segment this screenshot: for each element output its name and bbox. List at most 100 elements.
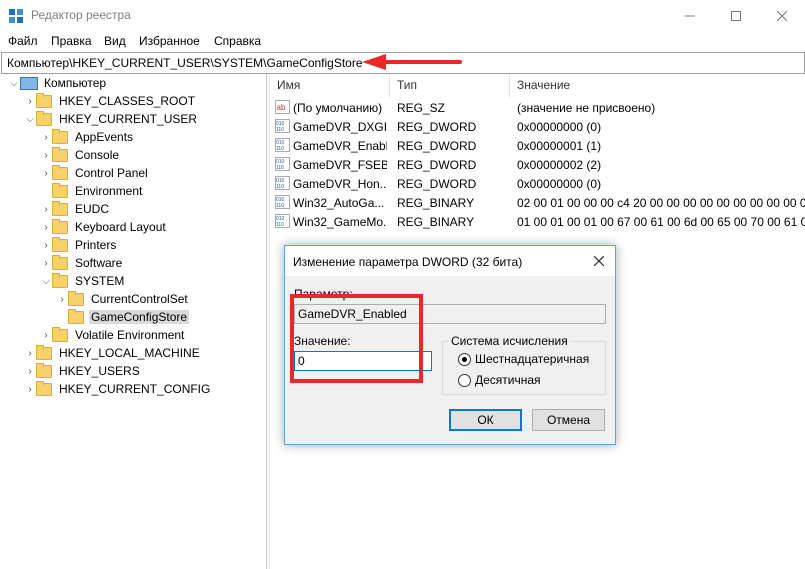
tree-item-hkcu[interactable]: ⌵ HKEY_CURRENT_USER [24, 110, 199, 128]
svg-text:ab: ab [277, 103, 286, 112]
computer-icon [20, 76, 38, 90]
tree-item-hkcr[interactable]: › HKEY_CLASSES_ROOT [24, 92, 197, 110]
chevron-right-icon[interactable]: › [40, 254, 52, 272]
value-data: 0x00000000 (0) [517, 177, 602, 191]
list-row[interactable]: ab (По умолчанию) REG_SZ (значение не пр… [271, 98, 805, 117]
tree-item-system[interactable]: ⌵ SYSTEM [40, 272, 126, 290]
value-name: GameDVR_DXGI... [293, 120, 387, 134]
binary-value-icon: 010110 [275, 119, 290, 133]
menu-edit[interactable]: Правка [51, 34, 92, 48]
column-type[interactable]: Тип [397, 78, 417, 96]
tree-item-label: HKEY_CLASSES_ROOT [59, 94, 196, 108]
value-name: GameDVR_Enabl... [293, 139, 387, 153]
chevron-right-icon[interactable]: › [40, 164, 52, 182]
menu-bar: Файл Правка Вид Избранное Справка [0, 31, 805, 51]
tree-item-label: Environment [75, 184, 143, 198]
binary-value-icon: 010110 [275, 138, 290, 152]
annotation-arrow [362, 54, 462, 70]
folder-icon [52, 200, 68, 216]
tree-item-label: CurrentControlSet [91, 292, 188, 306]
tree-item-hkcc[interactable]: › HKEY_CURRENT_CONFIG [24, 380, 212, 398]
value-data: (значение не присвоено) [517, 101, 656, 115]
svg-text:110: 110 [276, 146, 284, 152]
folder-icon [52, 146, 68, 162]
chevron-right-icon[interactable]: › [40, 326, 52, 344]
chevron-right-icon[interactable]: › [24, 380, 36, 398]
tree-item-printers[interactable]: › Printers [40, 236, 118, 254]
chevron-right-icon[interactable]: › [40, 218, 52, 236]
list-row[interactable]: 010 110 Win32_AutoGa... REG_BINARY 02 00 … [271, 193, 805, 212]
folder-icon [52, 182, 68, 198]
value-type: REG_SZ [397, 101, 446, 115]
list-row[interactable]: 010 110 GameDVR_Hon... REG_DWORD 0x000000… [271, 174, 805, 193]
tree-item-label: EUDC [75, 202, 110, 216]
tree-item-appevents[interactable]: › AppEvents [40, 128, 135, 146]
tree-item-control-panel[interactable]: › Control Panel [40, 164, 150, 182]
tree-item-label: HKEY_USERS [59, 364, 140, 378]
cancel-button[interactable]: Отмена [532, 409, 605, 431]
tree-item-console[interactable]: › Console [40, 146, 121, 164]
value-name: GameDVR_Hon... [293, 177, 387, 191]
menu-favorites[interactable]: Избранное [139, 34, 200, 48]
chevron-right-icon[interactable]: › [24, 344, 36, 362]
list-row[interactable]: 010110 GameDVR_FSEB... REG_DWORD 0x00000… [271, 155, 805, 174]
folder-icon [68, 308, 84, 324]
folder-icon [36, 362, 52, 378]
chevron-right-icon[interactable]: › [24, 362, 36, 380]
menu-view[interactable]: Вид [104, 34, 126, 48]
minimize-button[interactable] [667, 0, 713, 31]
svg-text:110: 110 [276, 184, 284, 190]
dialog-title-bar[interactable]: Изменение параметра DWORD (32 бита) [285, 246, 615, 276]
tree-item-currentcontrolset[interactable]: › CurrentControlSet [56, 290, 190, 308]
menu-file[interactable]: Файл [8, 34, 38, 48]
value-data: 0x00000001 (1) [517, 139, 602, 153]
column-value[interactable]: Значение [517, 78, 570, 96]
tree-item-volatile-environment[interactable]: › Volatile Environment [40, 326, 186, 344]
value-name: (По умолчанию) [293, 101, 383, 115]
folder-icon [36, 110, 52, 126]
key-tree: ⌵ Компьютер › HKEY_CLASSES_ROOT ⌵ HKEY_C… [0, 74, 267, 569]
column-separator[interactable] [389, 74, 390, 98]
menu-help[interactable]: Справка [214, 34, 261, 48]
tree-item-label: HKEY_LOCAL_MACHINE [59, 346, 200, 360]
tree-item-gameconfigstore[interactable]: GameConfigStore [56, 308, 190, 326]
radio-decimal-label[interactable]: Десятичная [475, 373, 541, 387]
radio-hexadecimal-label[interactable]: Шестнадцатеричная [475, 352, 589, 366]
folder-icon [36, 344, 52, 360]
tree-item-keyboard-layout[interactable]: › Keyboard Layout [40, 218, 168, 236]
list-row[interactable]: 010 110 Win32_GameMo... REG_BINARY 01 00 … [271, 212, 805, 231]
chevron-right-icon[interactable]: › [40, 200, 52, 218]
chevron-down-icon[interactable]: ⌵ [24, 110, 36, 128]
chevron-right-icon[interactable]: › [40, 236, 52, 254]
dialog-close-button[interactable] [589, 251, 609, 271]
radio-decimal[interactable] [458, 374, 471, 387]
tree-item-hku[interactable]: › HKEY_USERS [24, 362, 142, 380]
column-separator[interactable] [509, 74, 510, 98]
tree-item-label: Printers [75, 238, 117, 252]
tree-item-hklm[interactable]: › HKEY_LOCAL_MACHINE [24, 344, 202, 362]
maximize-button[interactable] [713, 0, 759, 31]
folder-icon [52, 164, 68, 180]
list-row[interactable]: 010 110 GameDVR_DXGI... REG_DWORD 0x00000… [271, 117, 805, 136]
chevron-down-icon[interactable]: ⌵ [40, 272, 52, 290]
close-icon [594, 256, 604, 266]
list-row[interactable]: 010110 GameDVR_Enabl... REG_DWORD 0x0000… [271, 136, 805, 155]
tree-item-software[interactable]: › Software [40, 254, 124, 272]
value-name: GameDVR_FSEB... [293, 158, 387, 172]
radio-hexadecimal[interactable] [458, 353, 471, 366]
chevron-right-icon[interactable]: › [56, 290, 68, 308]
svg-text:110: 110 [276, 222, 284, 228]
value-data: 0x00000002 (2) [517, 158, 602, 172]
column-name[interactable]: Имя [277, 78, 300, 96]
chevron-right-icon[interactable]: › [40, 128, 52, 146]
svg-text:110: 110 [276, 127, 284, 133]
pane-splitter[interactable] [268, 74, 270, 569]
tree-item-environment[interactable]: Environment [40, 182, 144, 200]
chevron-right-icon[interactable]: › [24, 92, 36, 110]
chevron-right-icon[interactable]: › [40, 146, 52, 164]
tree-item-eudc[interactable]: › EUDC [40, 200, 111, 218]
close-button[interactable] [759, 0, 805, 31]
chevron-down-icon[interactable]: ⌵ [8, 74, 20, 92]
tree-item-computer[interactable]: ⌵ Компьютер [8, 74, 108, 92]
ok-button[interactable]: ОК [449, 409, 522, 431]
